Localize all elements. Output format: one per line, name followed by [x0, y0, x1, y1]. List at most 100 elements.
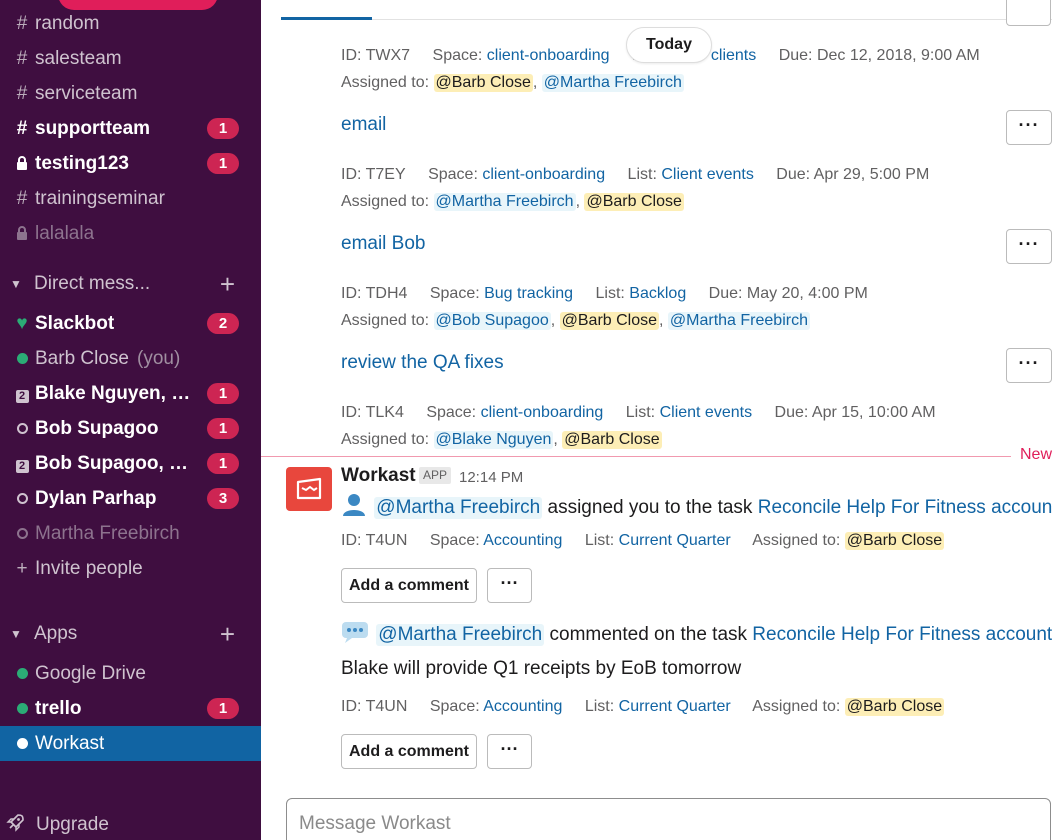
unread-badge: 1 — [207, 383, 239, 404]
message-more-button[interactable]: ··· — [487, 734, 532, 769]
space-link[interactable]: Accounting — [483, 698, 562, 715]
apps-section[interactable]: ▼ Apps + — [0, 616, 261, 651]
section-title: Apps — [34, 622, 78, 644]
hash-icon: # — [16, 117, 28, 139]
more-actions-button[interactable] — [1006, 0, 1051, 26]
direct-messages-section[interactable]: ▼ Direct mess... + — [0, 266, 261, 301]
section-title: Direct mess... — [34, 272, 151, 294]
app-trello[interactable]: trello 1 — [0, 691, 261, 726]
task-assignees: Assigned to: @Martha Freebirch, @Barb Cl… — [341, 193, 684, 211]
workast-avatar[interactable] — [286, 467, 332, 511]
task-title-link[interactable]: email — [341, 114, 386, 136]
group-dm-icon: 2 — [12, 453, 32, 475]
hash-icon: # — [16, 12, 28, 34]
unread-badge: 1 — [207, 418, 239, 439]
dm-bob-supagoo-group[interactable]: 2 Bob Supagoo, Ma... 1 — [0, 446, 261, 481]
dm-blake-nguyen-group[interactable]: 2 Blake Nguyen, Bo... 1 — [0, 376, 261, 411]
assignee-mention[interactable]: @Blake Nguyen — [433, 431, 554, 449]
assignee-mention[interactable]: @Barb Close — [584, 193, 684, 211]
list-link[interactable]: Current Quarter — [619, 532, 731, 549]
caret-down-icon[interactable]: ▼ — [10, 627, 24, 641]
message-timestamp[interactable]: 12:14 PM — [459, 469, 523, 486]
unread-badge: 1 — [207, 698, 239, 719]
assignee-mention[interactable]: @Barb Close — [562, 431, 662, 449]
invite-label: Invite people — [35, 557, 143, 579]
channel-lalalala[interactable]: lalalala — [0, 216, 261, 251]
space-link[interactable]: Bug tracking — [484, 285, 573, 302]
task-title-link[interactable]: email Bob — [341, 233, 426, 255]
task-more-button[interactable]: ··· — [1006, 110, 1052, 145]
channel-label: trainingseminar — [35, 187, 165, 209]
task-link[interactable]: Reconcile Help For Fitness account — [758, 497, 1052, 518]
space-link[interactable]: Accounting — [483, 532, 562, 549]
dm-label: Bob Supagoo — [35, 417, 159, 439]
add-app-icon[interactable]: + — [220, 619, 235, 650]
lock-icon — [12, 153, 32, 175]
space-link[interactable]: client-onboarding — [487, 47, 610, 64]
task-assignees: Assigned to: @Bob Supagoo, @Barb Close, … — [341, 312, 810, 330]
list-link[interactable]: Current Quarter — [619, 698, 731, 715]
message-input[interactable] — [299, 813, 999, 835]
task-more-button[interactable]: ··· — [1006, 348, 1052, 383]
assign-notification: @Martha Freebirch assigned you to the ta… — [341, 492, 1052, 522]
dm-barb-close[interactable]: Barb Close (you) — [0, 341, 261, 376]
channel-testing123[interactable]: testing123 1 — [0, 146, 261, 181]
space-link[interactable]: client-onboarding — [482, 166, 605, 183]
user-mention[interactable]: @Martha Freebirch — [374, 497, 543, 519]
assignee-mention[interactable]: @Martha Freebirch — [433, 193, 576, 211]
assignee-mention[interactable]: @Martha Freebirch — [667, 312, 810, 330]
list-link[interactable]: Backlog — [629, 285, 686, 302]
invite-people[interactable]: + Invite people — [0, 551, 261, 586]
due-date: Dec 12, 2018, 9:00 AM — [816, 47, 980, 64]
hash-icon: # — [16, 187, 28, 209]
app-label: Google Drive — [35, 662, 146, 684]
channel-label: lalalala — [35, 222, 95, 244]
unread-badge: 1 — [207, 153, 239, 174]
you-suffix: (you) — [137, 347, 181, 369]
task-meta: ID: TLK4 Space: client-onboarding List: … — [341, 404, 936, 421]
list-link[interactable]: clients — [711, 47, 756, 64]
assignee-mention[interactable]: @Bob Supagoo — [433, 312, 551, 330]
assignee-mention[interactable]: @Barb Close — [844, 698, 945, 716]
message-composer[interactable] — [286, 798, 1051, 840]
dm-dylan-parhap[interactable]: Dylan Parhap 3 — [0, 481, 261, 516]
task-meta: ID: T4UN Space: Accounting List: Current… — [341, 532, 945, 550]
task-more-button[interactable]: ··· — [1006, 229, 1052, 264]
date-divider-today[interactable]: Today — [626, 27, 712, 63]
channel-trainingseminar[interactable]: # trainingseminar — [0, 181, 261, 216]
add-comment-button[interactable]: Add a comment — [341, 568, 477, 603]
add-comment-button[interactable]: Add a comment — [341, 734, 477, 769]
sender-name[interactable]: Workast — [341, 465, 416, 487]
app-label: Workast — [35, 732, 105, 754]
app-label: trello — [35, 697, 82, 719]
dm-slackbot[interactable]: ♥ Slackbot 2 — [0, 306, 261, 341]
channel-random[interactable]: # random — [0, 6, 261, 41]
task-title-link[interactable]: review the QA fixes — [341, 352, 504, 374]
dm-bob-supagoo[interactable]: Bob Supagoo 1 — [0, 411, 261, 446]
presence-away-icon — [12, 488, 32, 510]
user-mention[interactable]: @Martha Freebirch — [376, 624, 545, 646]
list-link[interactable]: Client events — [661, 166, 754, 183]
list-link[interactable]: Client events — [660, 404, 753, 421]
channel-salesteam[interactable]: # salesteam — [0, 41, 261, 76]
channel-supportteam[interactable]: # supportteam 1 — [0, 111, 261, 146]
unread-badge: 1 — [207, 118, 239, 139]
message-more-button[interactable]: ··· — [487, 568, 532, 603]
task-link[interactable]: Reconcile Help For Fitness account — [752, 624, 1052, 645]
assignee-mention[interactable]: @Barb Close — [559, 312, 660, 330]
caret-down-icon[interactable]: ▼ — [10, 277, 24, 291]
channel-serviceteam[interactable]: # serviceteam — [0, 76, 261, 111]
active-tab-indicator[interactable] — [281, 17, 372, 20]
dm-martha-freebirch[interactable]: Martha Freebirch — [0, 516, 261, 551]
app-workast[interactable]: Workast — [0, 726, 261, 761]
upgrade-button[interactable]: Upgrade — [0, 807, 261, 840]
space-link[interactable]: client-onboarding — [481, 404, 604, 421]
add-dm-icon[interactable]: + — [220, 269, 235, 300]
presence-active-icon — [12, 663, 32, 685]
assignee-mention[interactable]: @Barb Close — [433, 74, 533, 92]
app-google-drive[interactable]: Google Drive — [0, 656, 261, 691]
assignee-mention[interactable]: @Martha Freebirch — [541, 74, 684, 92]
assignee-mention[interactable]: @Barb Close — [844, 532, 945, 550]
message-pane: ID: TWX7 Space: client-onboarding Lclien… — [261, 0, 1052, 840]
speech-bubble-icon — [341, 621, 371, 649]
